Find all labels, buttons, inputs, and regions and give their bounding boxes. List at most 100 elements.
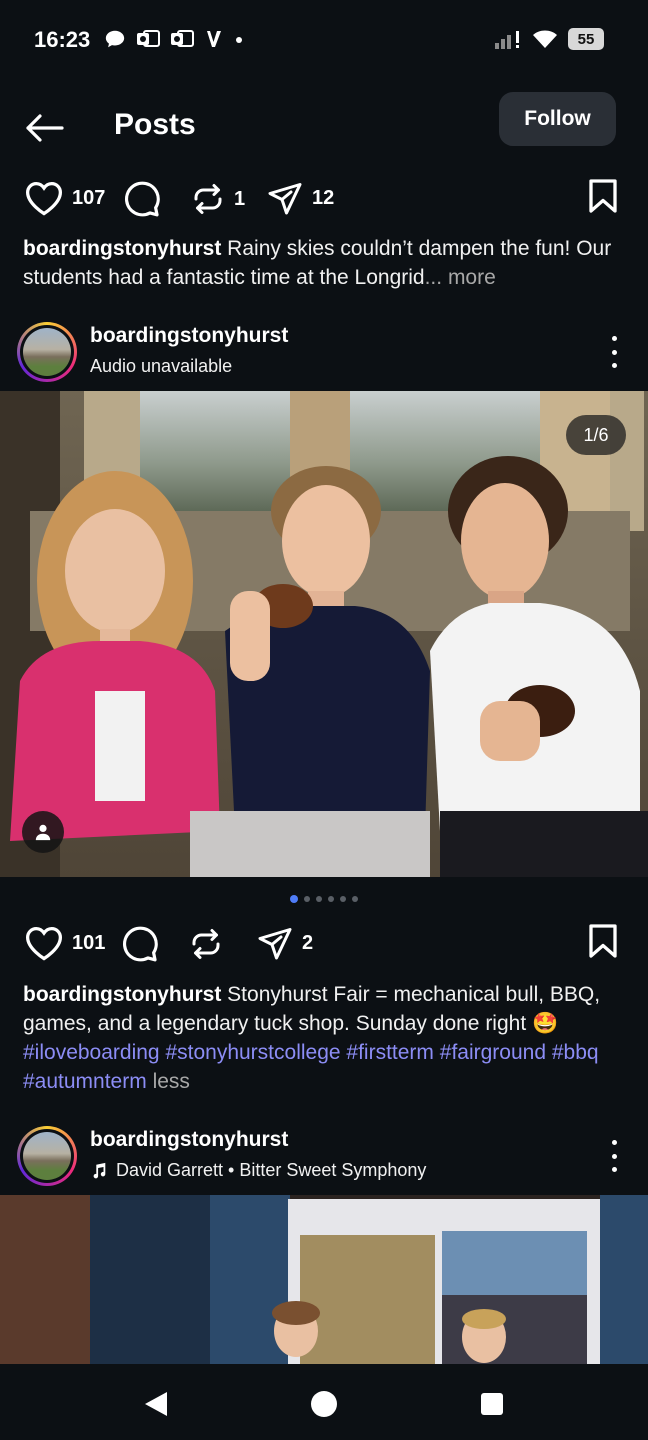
hashtag[interactable]: #autumnterm [23, 1070, 147, 1093]
dot [611, 1140, 617, 1145]
dot [611, 1167, 617, 1172]
more-link[interactable]: more [442, 266, 496, 289]
battery-icon: 55 [568, 28, 604, 50]
nav-back-button[interactable] [136, 1384, 176, 1424]
repost-button[interactable] [188, 925, 224, 963]
comment-button[interactable] [120, 925, 160, 963]
bookmark-icon [589, 924, 617, 958]
repost-icon [192, 929, 220, 959]
share-button[interactable]: 2 [256, 925, 313, 961]
post-image[interactable] [0, 1195, 648, 1364]
carousel-dot [340, 896, 346, 902]
carousel-dot-active [290, 895, 298, 903]
nav-recents-button[interactable] [472, 1384, 512, 1424]
dot [611, 336, 617, 341]
audio-status: Audio unavailable [90, 356, 233, 376]
send-icon [268, 183, 302, 215]
dot [611, 363, 617, 368]
dot [611, 1153, 617, 1159]
dot-icon [236, 37, 242, 43]
triangle-back-icon [145, 1392, 167, 1416]
v-app-icon [207, 31, 221, 47]
back-button[interactable] [22, 106, 66, 150]
post3-header: boardingstonyhurst David Garrett • Bitte… [0, 1120, 648, 1192]
hashtag[interactable]: #fairground [440, 1041, 546, 1064]
dot [611, 349, 617, 355]
outlook-icon [171, 30, 194, 47]
save-button[interactable] [588, 178, 618, 219]
notification-icons [104, 28, 244, 50]
system-icons: 55 [494, 28, 604, 50]
carousel-dot [352, 896, 358, 902]
hashtag[interactable]: #bbq [552, 1041, 599, 1064]
photo [0, 391, 648, 877]
send-icon [258, 928, 292, 960]
photo [0, 1195, 648, 1364]
carousel-dot [316, 896, 322, 902]
share-count: 12 [312, 186, 335, 209]
avatar-image [23, 328, 71, 376]
carousel-indicator [0, 895, 648, 903]
post-username[interactable]: boardingstonyhurst [90, 324, 288, 348]
avatar[interactable] [17, 322, 77, 382]
comment-icon [124, 181, 160, 217]
share-count: 2 [302, 931, 314, 954]
like-button[interactable]: 107 [24, 180, 105, 216]
caption-username[interactable]: boardingstonyhurst [23, 983, 221, 1006]
arrow-left-icon [26, 114, 64, 142]
like-button[interactable]: 101 [24, 925, 105, 961]
status-bar: 16:23 55 [0, 0, 648, 82]
status-time: 16:23 [34, 27, 91, 52]
follow-button[interactable]: Follow [499, 92, 616, 146]
like-count: 107 [72, 186, 106, 209]
heart-icon [25, 926, 63, 961]
post-audio: Audio unavailable [90, 356, 232, 377]
top-bar: Posts Follow [0, 82, 648, 170]
system-nav-bar [0, 1364, 648, 1440]
repost-button[interactable]: 1 [190, 180, 245, 218]
image-counter: 1/6 [566, 415, 626, 455]
outlook-icon [137, 30, 160, 47]
music-note-icon [93, 1162, 106, 1178]
music-track: David Garrett • Bitter Sweet Symphony [116, 1160, 427, 1180]
circle-home-icon [311, 1391, 337, 1417]
tagged-people-button[interactable] [22, 811, 64, 853]
save-button[interactable] [588, 923, 618, 964]
carousel-dot [328, 896, 334, 902]
post1-action-row: 107 1 12 [0, 174, 648, 224]
post2-action-row: 101 2 [0, 919, 648, 969]
bookmark-icon [589, 179, 617, 213]
post-image[interactable]: 1/6 [0, 391, 648, 877]
battery-level: 55 [577, 30, 595, 48]
caption-ellipsis: ... [424, 266, 443, 289]
page-title: Posts [114, 108, 196, 141]
chat-bubble-icon [105, 30, 125, 48]
wifi-icon [533, 30, 557, 48]
less-link[interactable]: less [153, 1070, 190, 1093]
repost-count: 1 [234, 187, 246, 210]
repost-icon [194, 184, 222, 214]
post2-header: boardingstonyhurst Audio unavailable [0, 316, 648, 388]
share-button[interactable]: 12 [266, 180, 334, 216]
heart-icon [25, 181, 63, 216]
post1-caption: boardingstonyhurst Rainy skies couldn’t … [23, 234, 629, 292]
avatar[interactable] [17, 1126, 77, 1186]
person-icon [35, 824, 51, 841]
caption-username[interactable]: boardingstonyhurst [23, 237, 221, 260]
more-options-button[interactable] [606, 336, 622, 368]
post2-caption: boardingstonyhurst Stonyhurst Fair = mec… [23, 980, 629, 1096]
more-options-button[interactable] [606, 1140, 622, 1172]
hashtag[interactable]: #iloveboarding [23, 1041, 160, 1064]
comment-button[interactable] [122, 180, 162, 218]
carousel-dot [304, 896, 310, 902]
square-recents-icon [481, 1393, 503, 1415]
comment-icon [122, 926, 158, 962]
post-username[interactable]: boardingstonyhurst [90, 1128, 288, 1152]
like-count: 101 [72, 931, 106, 954]
hashtag[interactable]: #firstterm [346, 1041, 434, 1064]
hashtag[interactable]: #stonyhurstcollege [165, 1041, 340, 1064]
post-music[interactable]: David Garrett • Bitter Sweet Symphony [90, 1160, 426, 1181]
nav-home-button[interactable] [304, 1384, 344, 1424]
signal-icon [495, 31, 519, 49]
avatar-image [23, 1132, 71, 1180]
